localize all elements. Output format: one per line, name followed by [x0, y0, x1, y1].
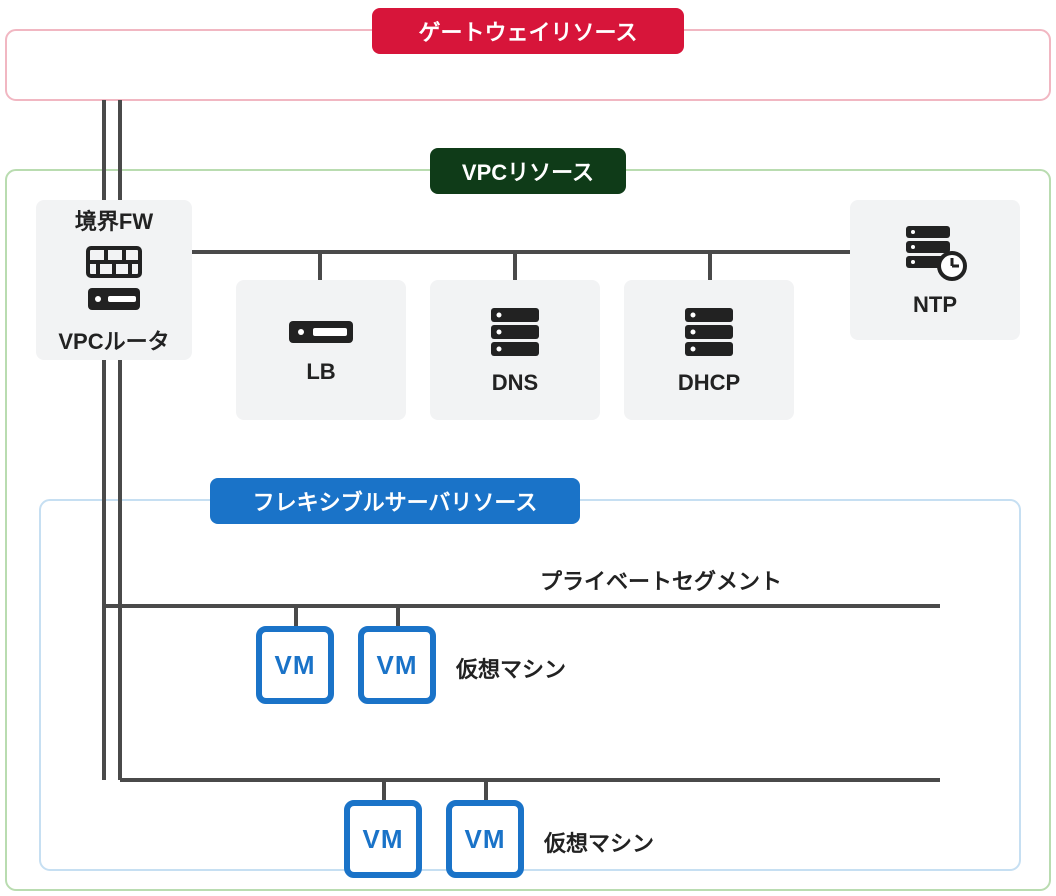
node-ntp: NTP: [850, 200, 1020, 340]
fw-label: 境界FW: [75, 204, 153, 236]
node-dns: DNS: [430, 280, 600, 420]
dhcp-icon: [679, 304, 739, 360]
vm-box-1a: VM: [256, 626, 334, 704]
dns-icon: [485, 304, 545, 360]
vm-badge-text: VM: [363, 824, 404, 855]
lb-label: LB: [306, 359, 335, 385]
gateway-title-badge: ゲートウェイリソース: [372, 8, 684, 54]
firewall-router-icon: [84, 246, 144, 314]
flex-title-badge: フレキシブルサーバリソース: [210, 478, 580, 524]
lb-icon: [287, 315, 355, 349]
node-border-fw-router: 境界FW VPCルータ: [36, 200, 192, 360]
vm-badge-text: VM: [465, 824, 506, 855]
flex-container: [40, 500, 1020, 870]
vm-box-2b: VM: [446, 800, 524, 878]
vpc-title: VPCリソース: [462, 155, 594, 187]
ntp-label: NTP: [913, 292, 957, 318]
vm-box-2a: VM: [344, 800, 422, 878]
vm-badge-text: VM: [377, 650, 418, 681]
flex-title: フレキシブルサーバリソース: [253, 485, 538, 517]
node-lb: LB: [236, 280, 406, 420]
vm-badge-text: VM: [275, 650, 316, 681]
vm-box-1b: VM: [358, 626, 436, 704]
node-dhcp: DHCP: [624, 280, 794, 420]
private-segment-label: プライベートセグメント: [540, 564, 782, 596]
vm-row2-label: 仮想マシン: [544, 826, 654, 858]
vm-row1-label: 仮想マシン: [456, 652, 566, 684]
router-label: VPCルータ: [58, 324, 169, 356]
vpc-title-badge: VPCリソース: [430, 148, 626, 194]
diagram-canvas: [0, 0, 1056, 896]
dhcp-label: DHCP: [678, 370, 740, 396]
ntp-icon: [902, 222, 968, 282]
gateway-title: ゲートウェイリソース: [419, 15, 638, 47]
dns-label: DNS: [492, 370, 538, 396]
